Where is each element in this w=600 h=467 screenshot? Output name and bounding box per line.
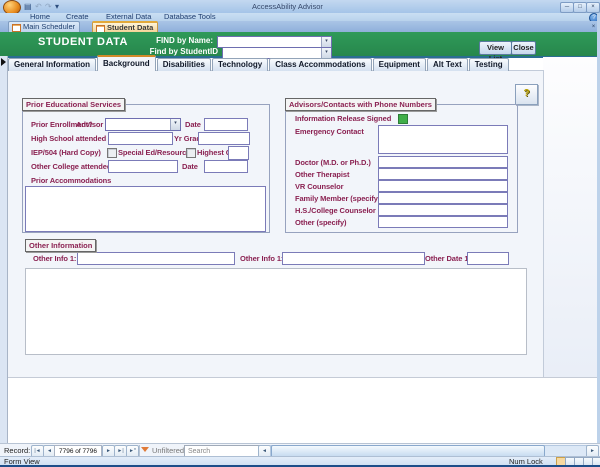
yr-grad-label: Yr Grad — [174, 134, 201, 143]
enrollment-date-field[interactable] — [204, 118, 248, 131]
chevron-down-icon[interactable]: ▾ — [170, 119, 180, 130]
tab-disabilities[interactable]: Disabilities — [157, 58, 211, 71]
other-date-1-field[interactable] — [467, 252, 509, 265]
ribbon-tab-database-tools[interactable]: Database Tools — [164, 13, 216, 21]
tab-background[interactable]: Background — [97, 55, 156, 71]
tab-class-accommodations[interactable]: Class Accommodations — [269, 58, 371, 71]
form-icon — [12, 24, 21, 32]
advisors-section-header: Advisors/Contacts with Phone Numbers — [285, 98, 436, 111]
ribbon-tab-external-data[interactable]: External Data — [106, 13, 151, 21]
tab-general-information[interactable]: General Information — [8, 58, 96, 71]
record-selector-bar[interactable] — [0, 56, 8, 443]
redo-icon[interactable]: ↷ — [45, 2, 52, 11]
yr-grad-field[interactable] — [198, 132, 250, 145]
tab-testing[interactable]: Testing — [469, 58, 509, 71]
information-release-label: Information Release Signed — [295, 114, 391, 123]
save-icon[interactable]: ▤ — [24, 2, 32, 11]
close-form-button[interactable]: Close — [511, 41, 536, 55]
doctor-label: Doctor (M.D. or Ph.D.) — [295, 158, 371, 167]
help-button[interactable]: ? — [515, 84, 538, 105]
high-school-label: High School attended — [31, 134, 106, 143]
hs-college-counselor-field[interactable] — [378, 204, 508, 216]
find-by-name-label: FIND by Name: — [120, 36, 213, 45]
other-specify-label: Other (specify) — [295, 218, 346, 227]
object-tab-label: Main Scheduler — [23, 22, 75, 31]
view-list-button[interactable]: View List — [479, 41, 512, 55]
emergency-contact-label: Emergency Contact — [295, 127, 364, 136]
current-record-icon — [1, 58, 6, 66]
doctor-field[interactable] — [378, 156, 508, 168]
special-ed-resource-checkbox[interactable] — [186, 148, 196, 158]
other-date-1-label: Other Date 1: — [425, 254, 471, 263]
prior-accommodations-label: Prior Accommodations — [31, 176, 111, 185]
other-notes-textarea[interactable] — [25, 268, 527, 355]
tab-equipment[interactable]: Equipment — [373, 58, 426, 71]
other-college-date-label: Date — [182, 162, 198, 171]
highest-gr-field[interactable] — [228, 146, 249, 160]
prior-section-header: Prior Educational Services — [22, 98, 125, 111]
ribbon-tab-home[interactable]: Home — [30, 13, 50, 21]
object-tab-strip — [0, 21, 600, 32]
other-college-field[interactable] — [108, 160, 178, 173]
enrollment-date-label: Date — [185, 120, 201, 129]
hs-college-counselor-label: H.S./College Counselor — [295, 206, 376, 215]
information-release-checkbox[interactable] — [398, 114, 408, 124]
other-info-2-field[interactable] — [282, 252, 425, 265]
object-tab-label: Student Data — [107, 23, 153, 32]
advisor-label: Advisor — [76, 120, 103, 129]
iep-504-label: IEP/504 (Hard Copy) — [31, 148, 101, 157]
other-specify-field[interactable] — [378, 216, 508, 228]
prior-accommodations-textarea[interactable] — [25, 186, 266, 232]
advisor-combo[interactable]: ▾ — [105, 118, 181, 131]
minimize-button[interactable]: ─ — [560, 2, 574, 13]
maximize-button[interactable]: □ — [573, 2, 587, 13]
ribbon-tab-strip — [0, 13, 600, 21]
vr-counselor-label: VR Counselor — [295, 182, 343, 191]
emergency-contact-textarea[interactable] — [378, 125, 508, 154]
family-member-field[interactable] — [378, 192, 508, 204]
high-school-field[interactable] — [108, 132, 173, 145]
other-therapist-label: Other Therapist — [295, 170, 349, 179]
ribbon-tab-create[interactable]: Create — [66, 13, 89, 21]
window-title: AccessAbility Advisor — [252, 2, 323, 11]
filter-status-label[interactable]: Unfiltered — [152, 446, 184, 455]
vr-counselor-field[interactable] — [378, 180, 508, 192]
filter-icon[interactable] — [141, 447, 149, 452]
other-section-header: Other Information — [25, 239, 96, 252]
other-college-label: Other College attended — [31, 162, 111, 171]
family-member-label: Family Member (specify) — [295, 194, 380, 203]
access-window: ▤ ↶ ↷ ▾ AccessAbility Advisor ─ □ × Home… — [0, 0, 600, 467]
other-college-date-field[interactable] — [204, 160, 248, 173]
special-ed-resource-label: Special Ed/Resource — [118, 148, 190, 157]
form-footer-background — [8, 378, 600, 443]
qat-dropdown-icon[interactable]: ▾ — [55, 2, 59, 11]
page-title: STUDENT DATA — [38, 36, 128, 48]
other-info-1-field[interactable] — [77, 252, 235, 265]
iep-504-checkbox[interactable] — [107, 148, 117, 158]
other-info-2-label: Other Info 1: — [240, 254, 283, 263]
close-window-button[interactable]: × — [586, 2, 600, 13]
form-background — [543, 57, 597, 377]
form-header: STUDENT DATA FIND by Name: ▾ Find by Stu… — [0, 32, 600, 58]
tab-technology[interactable]: Technology — [212, 58, 268, 71]
undo-icon[interactable]: ↶ — [35, 2, 42, 11]
chevron-down-icon[interactable]: ▾ — [321, 37, 331, 47]
other-info-1-label: Other Info 1: — [33, 254, 76, 263]
form-tab-row: General Information Background Disabilit… — [8, 57, 510, 71]
tab-alt-text[interactable]: Alt Text — [427, 58, 468, 71]
other-therapist-field[interactable] — [378, 168, 508, 180]
object-tab-main-scheduler[interactable]: Main Scheduler — [8, 21, 80, 32]
record-label: Record: — [4, 446, 30, 455]
divider — [139, 445, 140, 456]
